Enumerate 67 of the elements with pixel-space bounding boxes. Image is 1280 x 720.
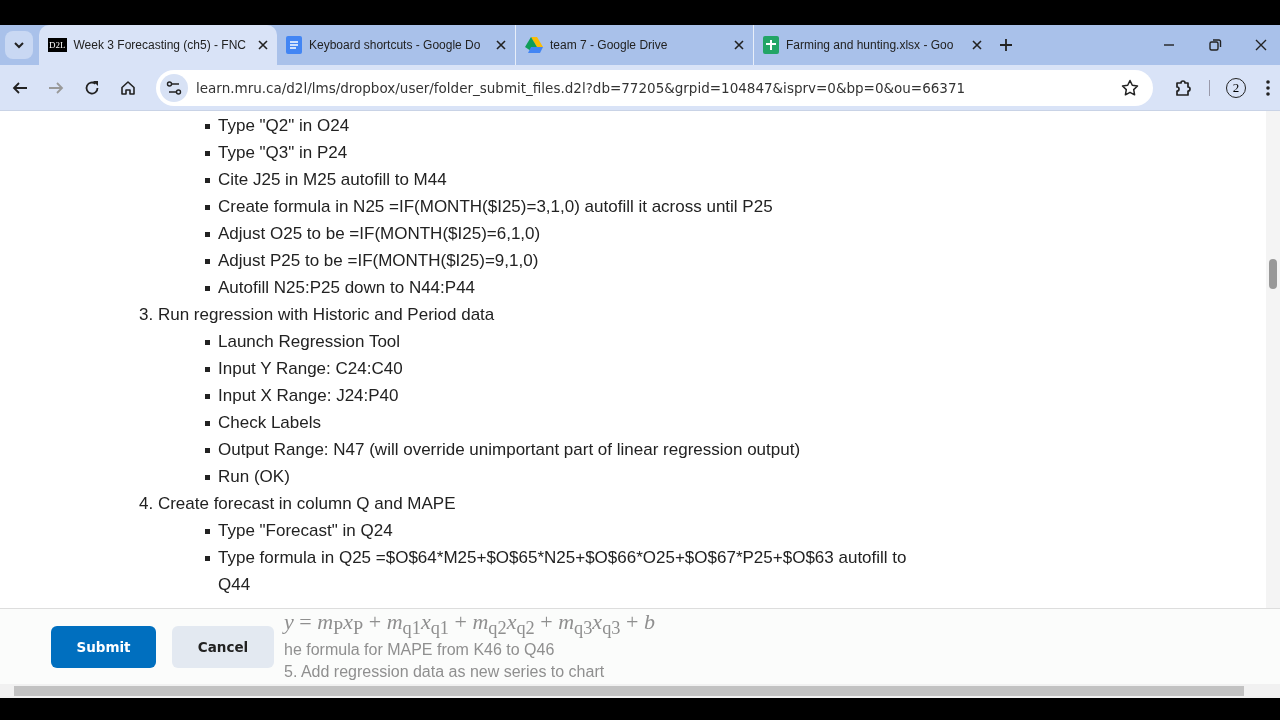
close-icon[interactable] (496, 40, 506, 50)
tab-search-button[interactable] (5, 31, 33, 59)
list-item: Input Y Range: C24:C40 (218, 358, 403, 380)
faded-text: he formula for MAPE from K46 to Q46 (284, 640, 555, 659)
faded-text: 5. Add regression data as new series to chart (284, 662, 605, 681)
list-item: Type "Q2" in O24 (218, 115, 350, 137)
list-item: Input X Range: J24:P40 (218, 385, 399, 407)
document-icon (286, 36, 302, 54)
bullet-icon (205, 259, 210, 264)
bullet-icon (205, 475, 210, 480)
more-menu-icon[interactable] (1266, 79, 1270, 96)
tab-title: team 7 - Google Drive (550, 38, 669, 52)
list-item: Create formula in N25 =IF(MONTH($I25)=3,1,0) autofill it across until P25 (218, 196, 773, 218)
formula-text: y = m$_{P}$x$_{P}$ + m$_{q1}$x$_{q1}$ + m$_{q2}$x$_{q2}$ + m$_{q3}$x$_{q3}$ + b (284, 609, 655, 641)
puzzle-icon[interactable] (1173, 77, 1193, 98)
address-bar[interactable]: learn.mru.ca/d2l/lms/dropbox/user/folder_submit_files.d2l?db=77205&grpid=104847&isprv=0&bp=0&ou=66371 (156, 69, 1153, 106)
scrollbar-thumb[interactable] (1269, 259, 1277, 289)
list-item: Autofill N25:P25 down to N44:P44 (218, 277, 476, 299)
cancel-button[interactable]: Cancel (172, 626, 274, 668)
step-heading: 3. Run regression with Historic and Period data (139, 304, 496, 326)
list-item: Adjust O25 to be =IF(MONTH($I25)=6,1,0) (218, 223, 541, 245)
close-icon[interactable] (972, 40, 982, 50)
d2l-logo: D2L (48, 38, 67, 52)
back-icon[interactable] (12, 79, 28, 96)
list-item: Type formula in Q25 =$O$64*M25+$O$65*N25+$O$66*O25+$O$67*P25+$O$63 autofill to Q44 (218, 547, 908, 596)
list-item: Type "Q3" in P24 (218, 142, 348, 164)
tab-title: Farming and hunting.xlsx - Goo (786, 38, 955, 52)
list-item: Type "Forecast" in Q24 (218, 520, 393, 542)
drive-icon (525, 37, 543, 53)
bullet-icon (205, 367, 210, 372)
browser-tab[interactable]: Keyboard shortcuts - Google Do (277, 25, 515, 65)
url-text: learn.mru.ca/d2l/lms/dropbox/user/folder_submit_files.d2l?db=77205&grpid=104847&isprv=0&bp=0&ou=66371 (196, 79, 967, 96)
browser-tab[interactable]: D2L Week 3 Forecasting (ch5) - FNC (39, 25, 277, 65)
bullet-icon (205, 448, 210, 453)
bullet-icon (205, 232, 210, 237)
submit-button[interactable]: Submit (51, 626, 156, 668)
tab-title: Week 3 Forecasting (ch5) - FNC (73, 38, 247, 52)
bullet-icon (205, 421, 210, 426)
bullet-icon (205, 340, 210, 345)
site-settings-icon[interactable] (160, 73, 188, 102)
reload-icon[interactable] (84, 79, 100, 96)
tab-title: Keyboard shortcuts - Google Do (309, 38, 482, 52)
chevron-down-icon (13, 41, 25, 49)
list-item: Check Labels (218, 412, 321, 434)
restore-icon[interactable] (1208, 38, 1222, 52)
bullet-icon (205, 286, 210, 291)
bullet-icon (205, 178, 210, 183)
bullet-icon (205, 205, 210, 210)
close-icon[interactable] (734, 40, 744, 50)
bookmark-star-icon[interactable] (1121, 78, 1139, 97)
bullet-icon (205, 151, 210, 156)
list-item: Output Range: N47 (will override unimportant part of linear regression output) (218, 439, 801, 461)
bullet-icon (205, 394, 210, 399)
bullet-icon (205, 556, 210, 561)
close-window-icon[interactable] (1254, 38, 1268, 52)
list-item: Cite J25 in M25 autofill to M44 (218, 169, 447, 191)
home-icon[interactable] (120, 79, 136, 96)
list-item: Adjust P25 to be =IF(MONTH($I25)=9,1,0) (218, 250, 539, 272)
step-heading: 4. Create forecast in column Q and MAPE (139, 493, 457, 515)
spreadsheet-icon (763, 36, 779, 54)
bullet-icon (205, 529, 210, 534)
close-icon[interactable] (258, 40, 268, 50)
horizontal-scrollbar[interactable] (14, 686, 1244, 696)
bullet-icon (205, 124, 210, 129)
list-item: Launch Regression Tool (218, 331, 401, 353)
list-item: Run (OK) (218, 466, 290, 488)
new-tab-icon[interactable] (999, 38, 1013, 52)
